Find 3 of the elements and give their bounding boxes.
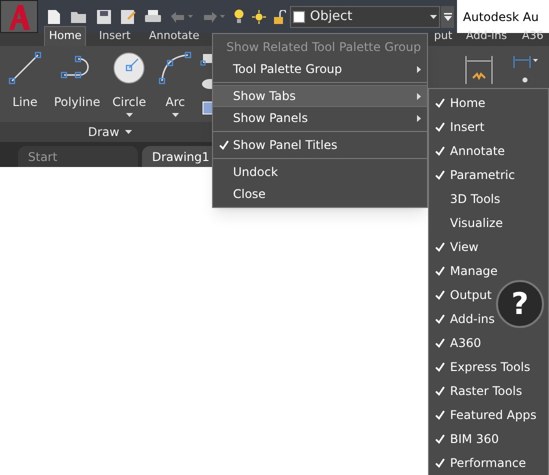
layer-name: Object: [310, 8, 354, 26]
window-title: Autodesk Au: [463, 8, 539, 26]
panel-title: Draw: [88, 124, 120, 141]
